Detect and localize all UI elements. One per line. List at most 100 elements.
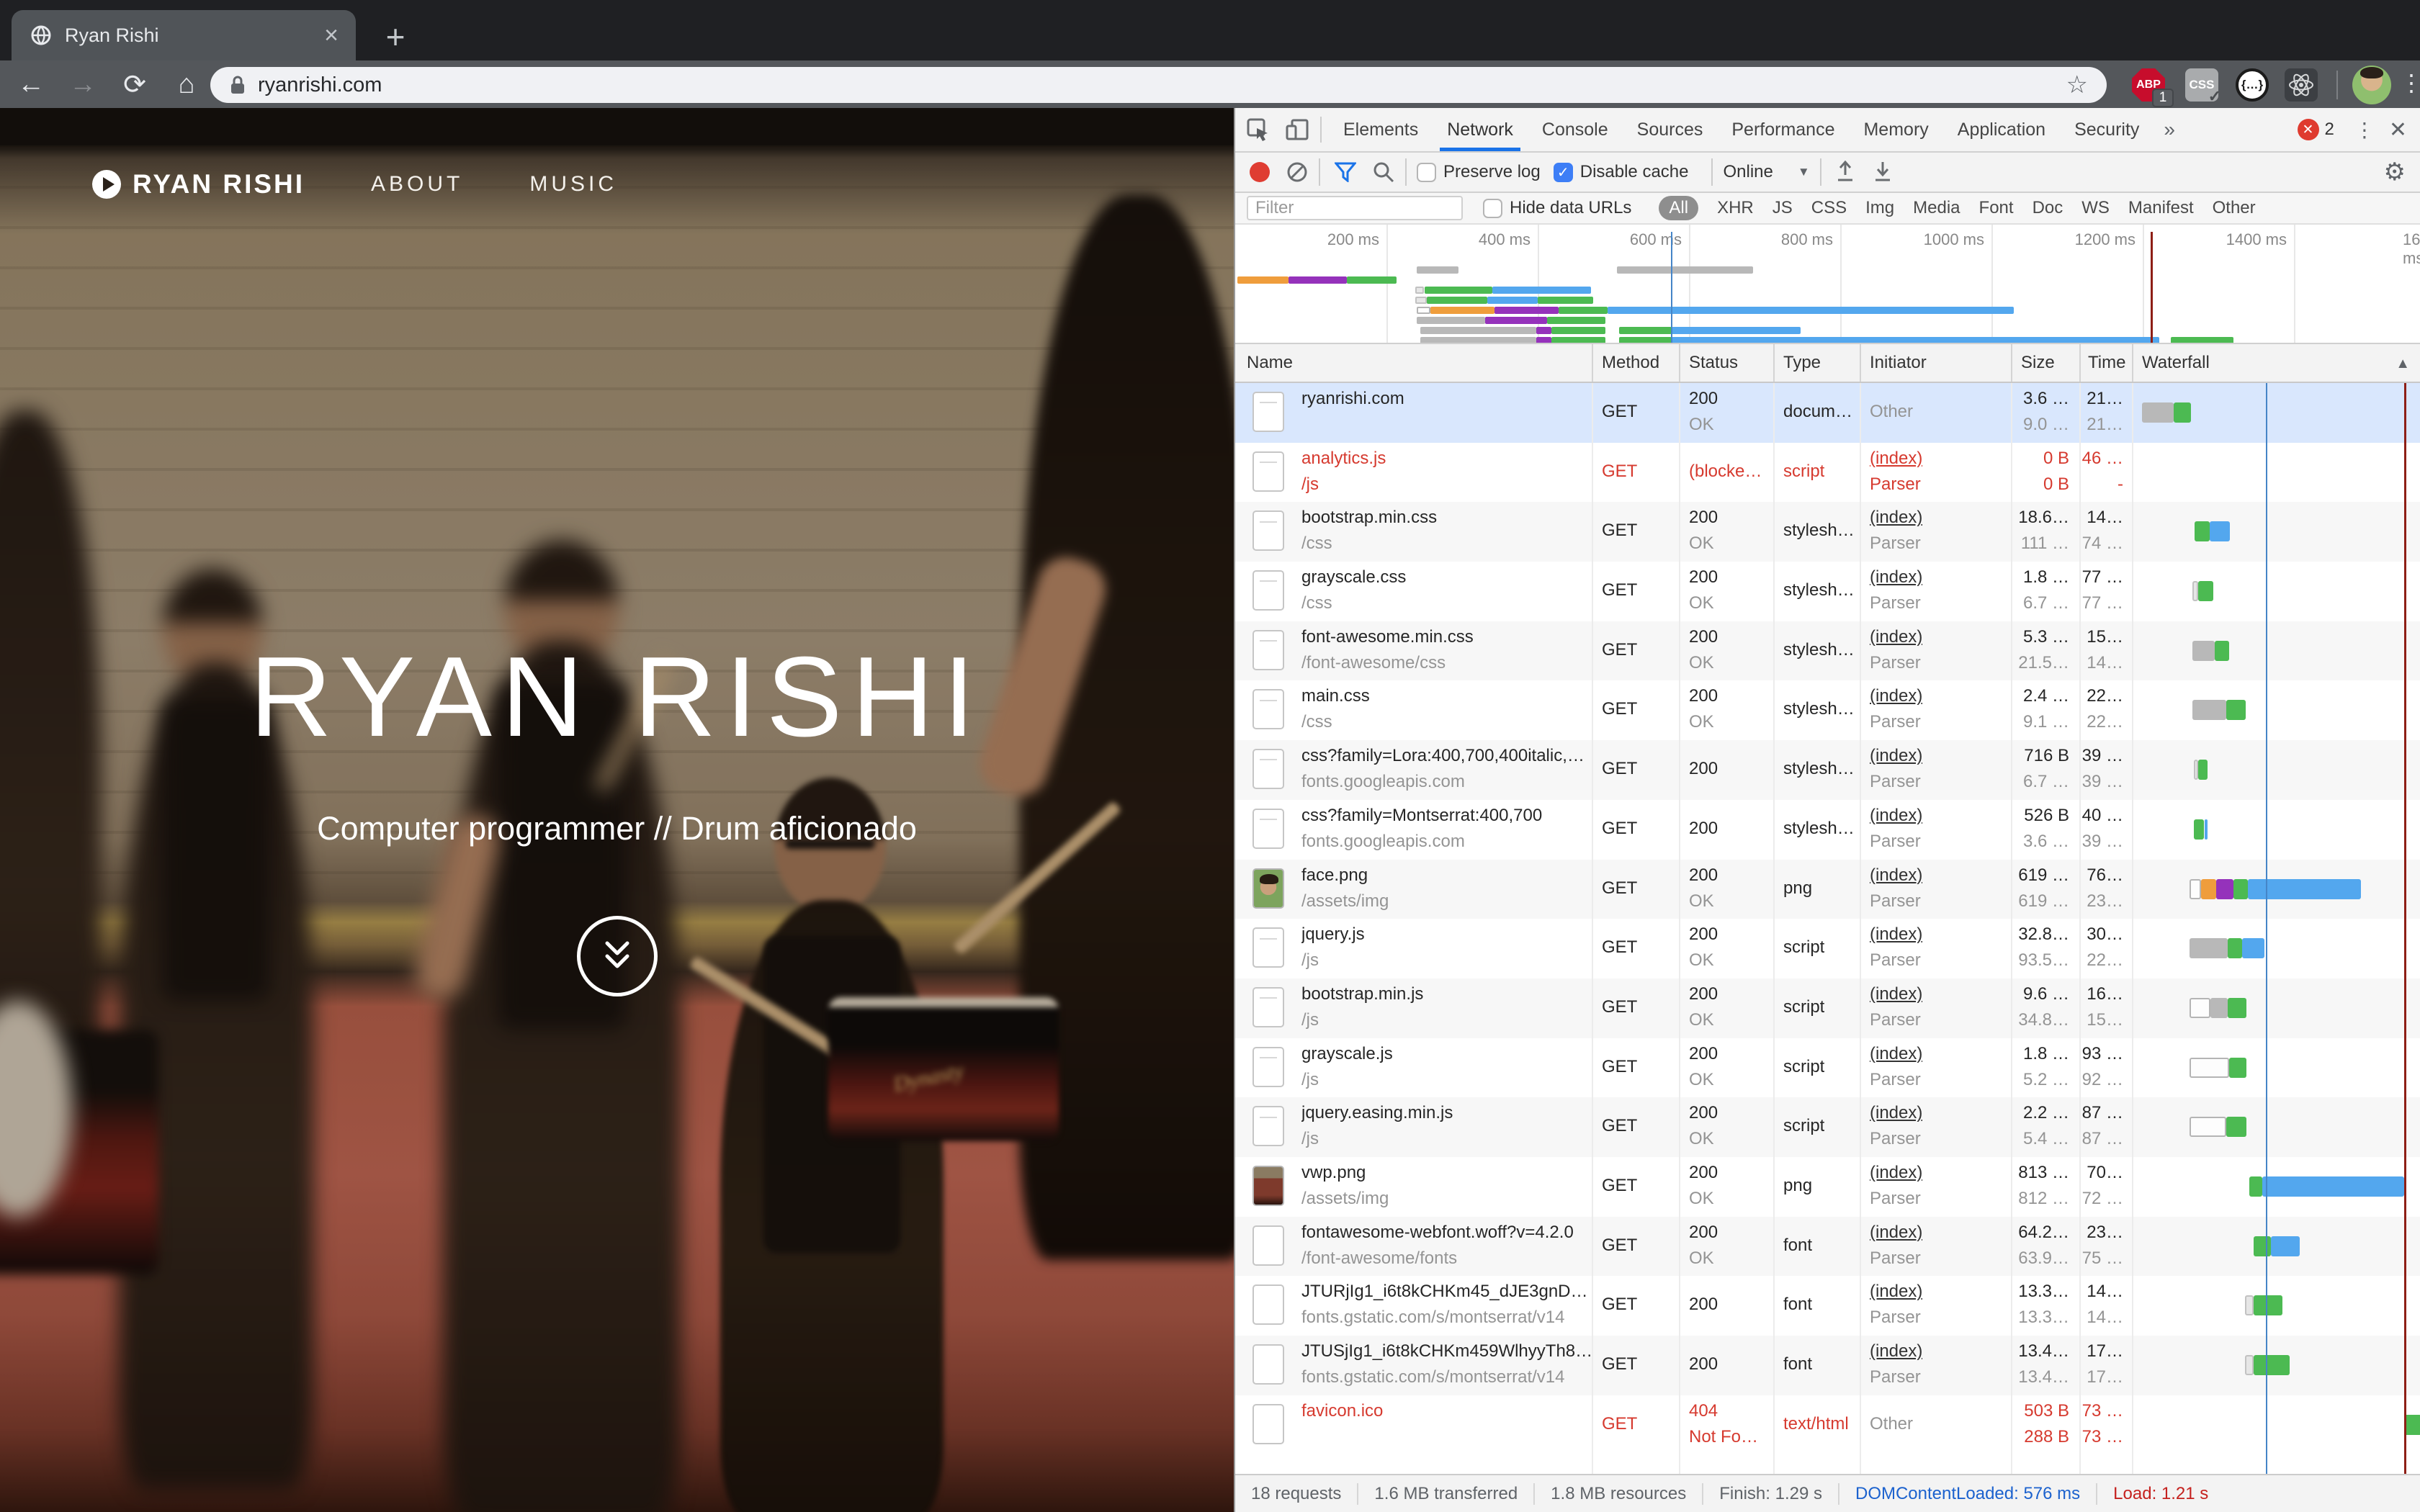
request-time: 39 … [2081,746,2123,766]
table-row[interactable]: jquery.easing.min.js/js GET 200 OK script (in… [1235,1097,2420,1157]
new-tab-button[interactable]: + [375,16,416,58]
devtools-tab-sources[interactable]: Sources [1623,108,1718,151]
filter-type-xhr[interactable]: XHR [1717,198,1754,218]
table-row[interactable]: css?family=Montserrat:400,700 fonts.googl… [1235,800,2420,860]
devtools-tab-bar: Elements Network Console Sources Performance… [1235,108,2420,153]
table-row[interactable]: fontawesome-webfont.woff?v=4.2.0/font-aw… [1235,1216,2420,1277]
hide-data-urls-label[interactable]: Hide data URLs [1510,198,1631,218]
nav-link-music[interactable]: MUSIC [529,172,617,197]
sort-arrow-icon[interactable]: ▲ [2396,356,2410,372]
table-row[interactable]: main.css/css GET 200 OK stylesh… (index) Parse… [1235,680,2420,740]
throttling-dropdown[interactable]: Online ▼ [1723,162,1809,182]
overview-bar-segment [1415,287,1425,294]
column-header-waterfall[interactable]: Waterfall [2142,353,2210,373]
inspect-element-icon[interactable] [1242,114,1274,145]
import-har-icon[interactable] [1834,161,1856,184]
devtools-tab-performance[interactable]: Performance [1717,108,1849,151]
waterfall-cell [2132,383,2420,443]
network-overview-timeline[interactable]: 200 ms 400 ms 600 ms 800 ms 1000 ms 1200 ms 14… [1235,225,2420,344]
filter-type-all[interactable]: All [1659,196,1699,220]
column-header-time[interactable]: Time [2088,353,2125,373]
profile-avatar[interactable] [2352,66,2391,104]
device-toolbar-icon[interactable] [1281,114,1313,145]
filter-type-manifest[interactable]: Manifest [2128,198,2194,218]
browser-menu-icon[interactable]: ⋮ [2400,69,2420,96]
search-icon[interactable] [1372,161,1395,184]
adblock-badge: 1 [2152,89,2174,107]
css-extension-icon[interactable]: CSS [2185,68,2221,106]
more-tabs-icon[interactable]: » [2154,118,2185,141]
table-row[interactable]: css?family=Lora:400,700,400italic,… fonts… [1235,740,2420,800]
devtools-tab-console[interactable]: Console [1528,108,1623,151]
column-header-initiator[interactable]: Initiator [1870,353,1927,373]
request-method: GET [1602,639,1638,660]
clear-icon[interactable] [1286,161,1309,184]
column-header-status[interactable]: Status [1689,353,1738,373]
table-row[interactable]: bootstrap.min.js/js GET 200 OK script (index)… [1235,978,2420,1038]
address-bar[interactable]: ryanrishi.com ☆ [210,67,2107,103]
table-row[interactable]: font-awesome.min.css/font-awesome/css GET… [1235,621,2420,681]
settings-gear-icon[interactable]: ⚙ [2384,158,2406,186]
table-row[interactable]: JTURjIg1_i6t8kCHKm45_dJE3gnD… fonts.gstat… [1235,1276,2420,1336]
record-button[interactable] [1250,162,1270,182]
disable-cache-checkbox[interactable]: ✓ [1553,162,1573,182]
column-header-method[interactable]: Method [1602,353,1659,373]
filter-type-js[interactable]: JS [1773,198,1793,218]
column-header-size[interactable]: Size [2021,353,2055,373]
devtools-tab-memory[interactable]: Memory [1849,108,1942,151]
error-badge-icon[interactable]: ✕ [2297,119,2319,140]
preserve-log-label[interactable]: Preserve log [1443,162,1541,182]
filter-input[interactable] [1247,196,1463,220]
request-size-content: 9.0 … [2022,415,2069,434]
site-logo[interactable]: RYAN RISHI [133,169,305,199]
column-header-name[interactable]: Name [1247,353,1293,373]
table-row[interactable]: grayscale.css/css GET 200 OK stylesh… (index)… [1235,562,2420,621]
devtools-tab-network[interactable]: Network [1433,108,1528,151]
devtools-tab-elements[interactable]: Elements [1329,108,1433,151]
filter-type-media[interactable]: Media [1913,198,1960,218]
js-file-icon [1252,1046,1284,1087]
filter-type-font[interactable]: Font [1979,198,2014,218]
devtools-tab-security[interactable]: Security [2060,108,2154,151]
export-har-icon[interactable] [1872,161,1894,184]
table-row[interactable]: bootstrap.min.css/css GET 200 OK stylesh… (in… [1235,502,2420,562]
request-status: 200 [1689,1103,1718,1123]
overview-bar-segment [1417,266,1458,274]
request-status-text: OK [1689,1129,1714,1149]
filter-type-ws[interactable]: WS [2081,198,2110,218]
filter-type-css[interactable]: CSS [1811,198,1847,218]
play-logo-icon[interactable] [92,170,121,199]
request-latency: 74 … [2081,534,2123,554]
json-viewer-extension-icon[interactable]: {…} [2236,68,2269,102]
filter-type-doc[interactable]: Doc [2033,198,2063,218]
table-row[interactable]: vwp.png/assets/img GET 200 OK png (index) Pars… [1235,1157,2420,1217]
react-devtools-extension-icon[interactable] [2285,68,2318,102]
filter-type-other[interactable]: Other [2213,198,2256,218]
reload-icon[interactable]: ⟳ [114,63,156,105]
preserve-log-checkbox[interactable] [1417,162,1436,182]
table-row[interactable]: analytics.js/js GET (blocke… script (index) P… [1235,443,2420,503]
scroll-down-button[interactable] [577,916,658,996]
devtools-tab-application[interactable]: Application [1943,108,2060,151]
column-divider [2011,383,2012,1474]
table-row[interactable]: ryanrishi.com GET 200 OK docum… Other 3.6 … 9.0… [1235,383,2420,443]
url-text[interactable]: ryanrishi.com [258,73,2066,97]
filter-funnel-icon[interactable] [1335,162,1356,182]
devtools-menu-icon[interactable]: ⋮ [2346,118,2383,142]
back-icon[interactable]: ← [10,63,52,105]
filter-type-img[interactable]: Img [1865,198,1894,218]
hide-data-urls-checkbox[interactable] [1483,198,1502,218]
column-header-type[interactable]: Type [1783,353,1821,373]
table-row[interactable]: grayscale.js/js GET 200 OK script (index) Pars… [1235,1038,2420,1098]
table-row[interactable]: JTUSjIg1_i6t8kCHKm459WlhyyTh8… fonts.gsta… [1235,1336,2420,1395]
nav-link-about[interactable]: ABOUT [371,172,463,197]
table-row[interactable]: face.png/assets/img GET 200 OK png (index) Par… [1235,859,2420,919]
disable-cache-label[interactable]: Disable cache [1580,162,1689,182]
table-row[interactable]: favicon.ico GET 404 Not Fo… text/html Other 50… [1235,1395,2420,1455]
table-row[interactable]: jquery.js/js GET 200 OK script (index) Parser 3… [1235,919,2420,978]
tab-close-icon[interactable]: × [324,22,339,50]
devtools-close-icon[interactable]: ✕ [2383,117,2420,143]
home-icon[interactable]: ⌂ [166,63,207,105]
bookmark-star-icon[interactable]: ☆ [2066,71,2088,99]
browser-tab[interactable]: Ryan Rishi × [12,10,356,60]
